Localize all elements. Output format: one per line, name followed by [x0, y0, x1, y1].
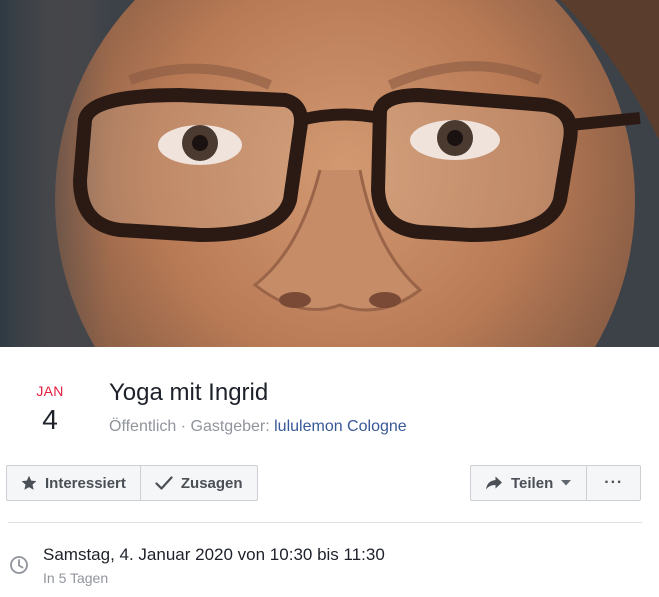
checkmark-icon — [155, 476, 173, 490]
event-title: Yoga mit Ingrid — [109, 379, 269, 406]
event-datetime[interactable]: Samstag, 4. Januar 2020 von 10:30 bis 11… — [43, 544, 385, 566]
host-label: Gastgeber: — [190, 418, 275, 435]
event-day: 4 — [42, 404, 58, 435]
chevron-down-icon — [561, 480, 572, 486]
cover-photo[interactable] — [0, 0, 659, 347]
event-relative-time: In 5 Tagen — [43, 570, 109, 586]
interested-label: Interessiert — [45, 474, 126, 492]
more-options-button[interactable]: ··· — [586, 466, 640, 500]
more-options-icon: ··· — [604, 474, 624, 491]
section-divider — [8, 522, 642, 523]
star-icon — [21, 475, 37, 490]
clock-icon — [10, 556, 28, 574]
cover-photo-illustration — [0, 0, 659, 347]
share-button-group: Teilen ··· — [470, 465, 642, 501]
privacy-label: Öffentlich — [109, 418, 177, 435]
going-label: Zusagen — [180, 474, 243, 492]
meta-separator: · — [176, 418, 191, 435]
interested-button[interactable]: Interessiert — [7, 466, 140, 500]
share-arrow-icon — [486, 476, 502, 490]
rsvp-button-group: Interessiert Zusagen — [6, 465, 258, 501]
going-button[interactable]: Zusagen — [139, 466, 257, 500]
host-link[interactable]: lululemon Cologne — [274, 418, 407, 435]
event-month: JAN — [36, 383, 64, 399]
share-label: Teilen — [511, 474, 554, 492]
share-button[interactable]: Teilen — [471, 466, 586, 500]
event-meta: Öffentlich · Gastgeber: lululemon Cologn… — [109, 417, 407, 437]
